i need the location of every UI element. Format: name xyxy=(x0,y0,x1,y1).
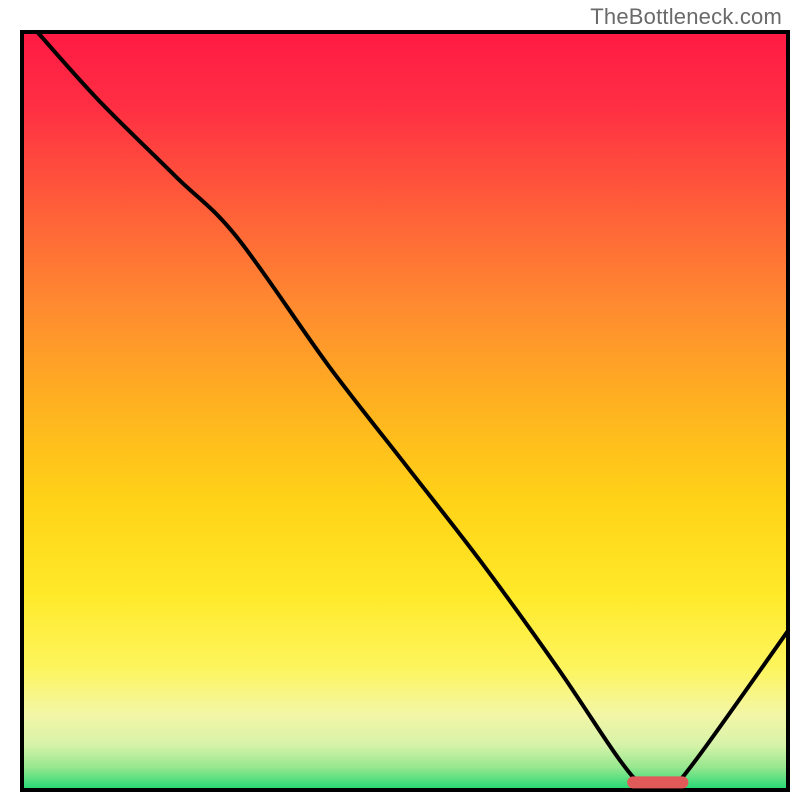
watermark-text: TheBottleneck.com xyxy=(590,4,782,30)
optimal-range-marker xyxy=(627,776,688,788)
chart-container: TheBottleneck.com xyxy=(0,0,800,800)
bottleneck-chart xyxy=(0,0,800,800)
chart-background xyxy=(22,32,788,790)
